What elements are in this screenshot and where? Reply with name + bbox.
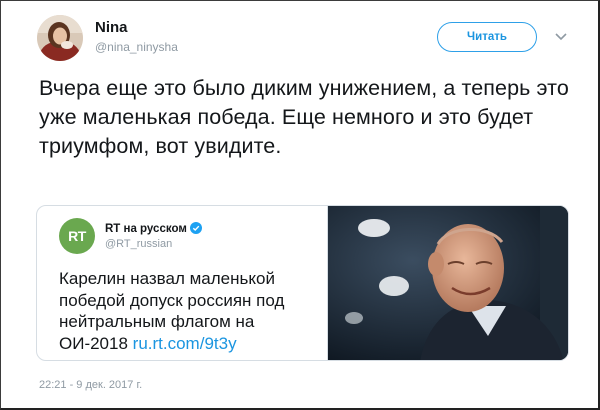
rt-logo: RT: [59, 218, 95, 254]
tweet-frame: Nina @nina_ninysha Читать Вчера еще это …: [0, 0, 600, 410]
quoted-tweet-photo[interactable]: [328, 206, 568, 360]
photo-image: [328, 206, 568, 360]
quoted-tweet-body: RT RT на русском @RT_russian Карелин наз…: [37, 206, 327, 360]
tweet-timestamp[interactable]: 22:21 - 9 дек. 2017 г.: [39, 379, 142, 391]
quoted-link[interactable]: ru.rt.com/9t3y: [133, 334, 237, 353]
chevron-down-icon[interactable]: [554, 30, 568, 44]
follow-button[interactable]: Читать: [437, 22, 537, 52]
quoted-user-name-text: RT на русском: [105, 223, 187, 235]
quoted-user-name[interactable]: RT на русском: [105, 222, 202, 235]
quoted-user-handle[interactable]: @RT_russian: [105, 238, 172, 250]
user-name[interactable]: Nina: [95, 19, 128, 36]
quoted-tweet-card[interactable]: RT RT на русском @RT_russian Карелин наз…: [36, 205, 569, 361]
verified-badge-icon: [189, 222, 202, 234]
tweet-header: Nina @nina_ninysha Читать: [37, 13, 577, 63]
user-avatar[interactable]: [37, 15, 83, 61]
user-handle[interactable]: @nina_ninysha: [95, 40, 178, 54]
tweet-text: Вчера еще это было диким унижением, а те…: [39, 76, 569, 158]
avatar-image: [37, 15, 83, 61]
quoted-tweet-text: Карелин назвал маленькой победой допуск …: [59, 268, 324, 354]
